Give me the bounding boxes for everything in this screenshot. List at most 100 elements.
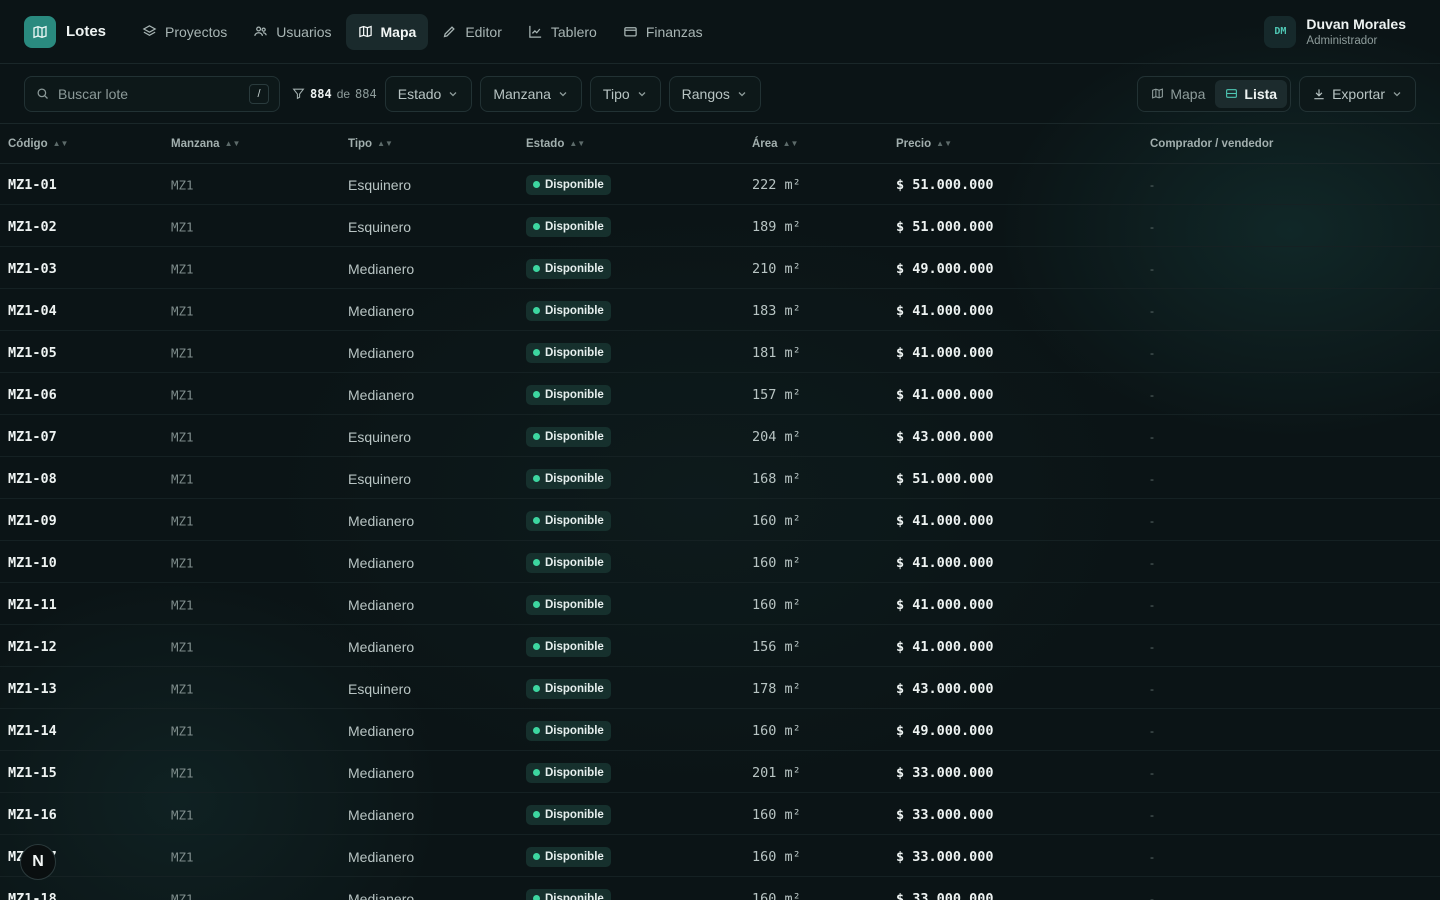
lot-precio: $ 43.000.000 — [896, 428, 994, 445]
status-dot — [533, 895, 540, 900]
lot-tipo: Medianero — [348, 512, 415, 529]
nav-item-editor[interactable]: Editor — [430, 14, 514, 50]
table-row[interactable]: MZ1-08 MZ1 Esquinero Disponible 168 m² $ 51.0… — [0, 458, 1440, 500]
status-badge: Disponible — [526, 636, 611, 657]
table-row[interactable]: MZ1-04 MZ1 Medianero Disponible 183 m² $ 41.0… — [0, 290, 1440, 332]
filter-manzana-dropdown[interactable]: Manzana — [480, 75, 582, 112]
status-label: Disponible — [545, 262, 604, 275]
lot-tipo: Medianero — [348, 302, 415, 319]
header-codigo[interactable]: Código ▲▼ — [8, 138, 68, 150]
header-area[interactable]: Área ▲▼ — [752, 138, 798, 150]
user-menu[interactable]: DM Duvan Morales Administrador — [1264, 15, 1406, 48]
brand-name: Lotes — [66, 23, 107, 40]
chevron-down-icon — [1393, 91, 1401, 96]
lot-manzana: MZ1 — [171, 555, 194, 570]
lot-code: MZ1-16 — [8, 806, 57, 823]
table-row[interactable]: MZ1-07 MZ1 Esquinero Disponible 204 m² $ 43.0… — [0, 416, 1440, 458]
header-comprador: Comprador / vendedor — [1150, 138, 1273, 150]
status-label: Disponible — [545, 472, 604, 485]
status-badge: Disponible — [526, 384, 611, 405]
lot-manzana: MZ1 — [171, 513, 194, 528]
lot-comprador: - — [1150, 261, 1154, 276]
nav-item-label: Finanzas — [645, 23, 703, 40]
table-header: Código ▲▼ Manzana ▲▼ Tipo ▲▼ Estado ▲▼ Área ▲… — [0, 124, 1440, 164]
lot-comprador: - — [1150, 555, 1154, 570]
nav-item-finanzas[interactable]: Finanzas — [611, 14, 715, 50]
lot-area: 160 m² — [752, 512, 801, 529]
table-row[interactable]: MZ1-16 MZ1 Medianero Disponible 160 m² $ 33.0… — [0, 794, 1440, 836]
header-label: Tipo — [348, 137, 373, 150]
lot-area: 178 m² — [752, 680, 801, 697]
floating-action-button[interactable]: N — [20, 844, 56, 880]
brand[interactable]: Lotes — [24, 15, 107, 48]
table-row[interactable]: MZ1-03 MZ1 Medianero Disponible 210 m² $ 49.0… — [0, 248, 1440, 290]
table-row[interactable]: MZ1-02 MZ1 Esquinero Disponible 189 m² $ 51.0… — [0, 206, 1440, 248]
nav-item-mapa[interactable]: Mapa — [345, 13, 429, 50]
table-row[interactable]: MZ1-01 MZ1 Esquinero Disponible 222 m² $ 51.0… — [0, 164, 1440, 206]
view-map-button[interactable]: Mapa — [1141, 80, 1215, 108]
lot-code: MZ1-18 — [8, 890, 57, 900]
lot-tipo: Medianero — [348, 764, 415, 781]
table-row[interactable]: MZ1-10 MZ1 Medianero Disponible 160 m² $ 41.0… — [0, 542, 1440, 584]
lot-code: MZ1-13 — [8, 680, 57, 697]
lot-comprador: - — [1150, 765, 1154, 780]
nav-item-usuarios[interactable]: Usuarios — [241, 14, 343, 50]
header-tipo[interactable]: Tipo ▲▼ — [348, 138, 393, 150]
lot-manzana: MZ1 — [171, 387, 194, 402]
lot-precio: $ 33.000.000 — [896, 764, 994, 781]
table-row[interactable]: MZ1-06 MZ1 Medianero Disponible 157 m² $ 41.0… — [0, 374, 1440, 416]
nav-item-tablero[interactable]: Tablero — [516, 14, 609, 50]
header-label: Precio — [896, 137, 932, 150]
table-row[interactable]: MZ1-11 MZ1 Medianero Disponible 160 m² $ 41.0… — [0, 584, 1440, 626]
status-label: Disponible — [545, 724, 604, 737]
table-row[interactable]: MZ1-17MZ1MedianeroDisponible160 m²$ 33.0… — [0, 836, 1440, 878]
lot-area: 222 m² — [752, 176, 801, 193]
table-row[interactable]: MZ1-15 MZ1 Medianero Disponible 201 m² $ 33.0… — [0, 752, 1440, 794]
table-row[interactable]: MZ1-14 MZ1 Medianero Disponible 160 m² $ 49.0… — [0, 710, 1440, 752]
nav-item-proyectos[interactable]: Proyectos — [130, 14, 239, 50]
header-estado[interactable]: Estado ▲▼ — [526, 138, 585, 150]
filter-rangos-dropdown[interactable]: Rangos — [668, 75, 761, 112]
table-row[interactable]: MZ1-05 MZ1 Medianero Disponible 181 m² $ 41.0… — [0, 332, 1440, 374]
filter-estado-dropdown[interactable]: Estado — [384, 75, 473, 112]
lot-area: 168 m² — [752, 470, 801, 487]
lot-code: MZ1-11 — [8, 596, 57, 613]
lot-code: MZ1-10 — [8, 554, 57, 571]
status-label: Disponible — [545, 850, 604, 863]
lot-comprador: - — [1150, 681, 1154, 696]
table-row[interactable]: MZ1-09 MZ1 Medianero Disponible 160 m² $ 41.0… — [0, 500, 1440, 542]
search-input[interactable] — [58, 85, 241, 102]
status-dot — [533, 643, 540, 650]
lot-manzana: MZ1 — [171, 765, 194, 780]
lot-manzana: MZ1 — [171, 597, 194, 612]
lot-manzana: MZ1 — [171, 471, 194, 486]
lot-manzana: MZ1 — [171, 681, 194, 696]
lot-precio: $ 33.000.000 — [896, 848, 994, 865]
view-map-label: Mapa — [1170, 85, 1206, 102]
lot-area: 160 m² — [752, 806, 801, 823]
status-dot — [533, 307, 540, 314]
layers-icon — [142, 25, 157, 36]
lot-area: 201 m² — [752, 764, 801, 781]
status-badge: Disponible — [526, 258, 611, 279]
lot-comprador: - — [1150, 723, 1154, 738]
lot-comprador: - — [1150, 219, 1154, 234]
header-precio[interactable]: Precio ▲▼ — [896, 138, 952, 150]
table-row[interactable]: MZ1-18 MZ1 Medianero Disponible 160 m² $ 33.0… — [0, 878, 1440, 900]
table-row[interactable]: MZ1-12 MZ1 Medianero Disponible 156 m² $ 41.0… — [0, 626, 1440, 668]
nav-item-label: Usuarios — [276, 23, 332, 40]
lot-manzana: MZ1 — [171, 807, 194, 822]
filter-tipo-dropdown[interactable]: Tipo — [589, 75, 661, 112]
header-manzana[interactable]: Manzana ▲▼ — [171, 138, 240, 150]
chevron-down-icon — [559, 91, 567, 96]
view-list-button[interactable]: Lista — [1215, 79, 1288, 108]
lot-comprador: - — [1150, 387, 1154, 402]
export-button[interactable]: Exportar — [1299, 75, 1416, 112]
user-name: Duvan Morales — [1306, 16, 1406, 32]
status-badge: Disponible — [526, 342, 611, 363]
status-badge: Disponible — [526, 300, 611, 321]
export-label: Exportar — [1332, 85, 1385, 102]
table-row[interactable]: MZ1-13 MZ1 Esquinero Disponible 178 m² $ 43.0… — [0, 668, 1440, 710]
lot-manzana: MZ1 — [171, 891, 194, 900]
lot-area: 160 m² — [752, 722, 801, 739]
